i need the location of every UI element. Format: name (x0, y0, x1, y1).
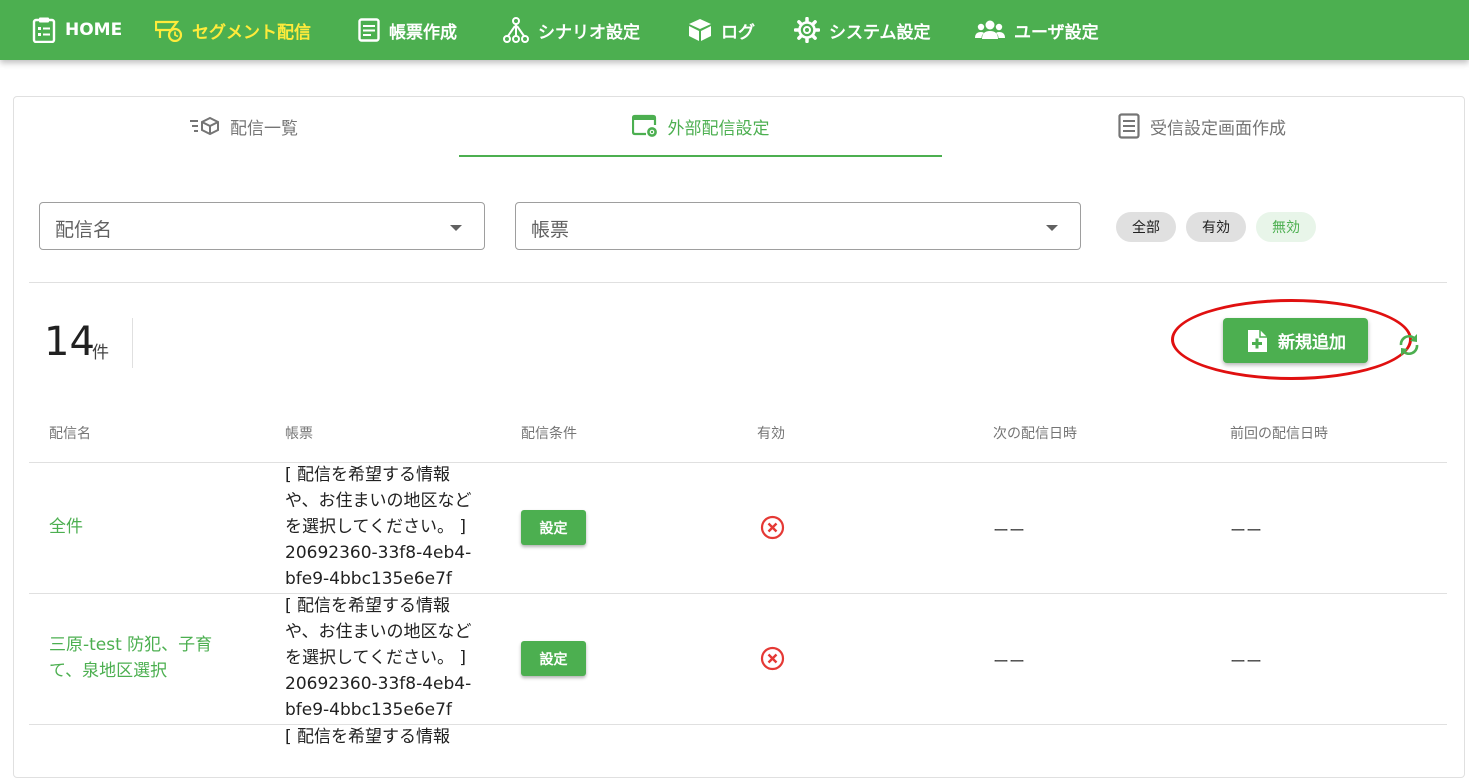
gear-icon (794, 17, 820, 43)
file-plus-icon (1248, 329, 1267, 352)
form-cell: [ 配信を希望する情報 (285, 727, 451, 747)
users-icon (975, 20, 1005, 39)
row-divider (29, 724, 1447, 725)
section-divider (29, 282, 1447, 283)
column-header-enabled[interactable]: 有効 (757, 423, 785, 443)
add-new-button-label: 新規追加 (1278, 333, 1346, 353)
nav-scenario-settings-label: シナリオ設定 (538, 22, 640, 43)
count-separator (132, 318, 133, 368)
filter-chip-all[interactable]: 全部 (1116, 212, 1176, 242)
next-delivery-value: ーー (993, 521, 1026, 540)
filter-chip-disabled[interactable]: 無効 (1256, 212, 1316, 242)
clipboard-list-icon (32, 17, 56, 43)
column-header-delivery-name[interactable]: 配信名 (49, 423, 91, 443)
delivery-list-icon (190, 116, 219, 136)
form-icon (358, 18, 380, 42)
nav-home[interactable]: HOME (32, 0, 122, 60)
condition-settings-button[interactable]: 設定 (521, 641, 586, 676)
last-delivery-value: ーー (1230, 652, 1263, 671)
column-header-condition[interactable]: 配信条件 (521, 423, 577, 443)
form-cell: [ 配信を希望する情報 や、お住まいの地区など を選択してください。 ] 206… (285, 596, 472, 720)
chevron-down-icon (1046, 225, 1058, 231)
delivery-name-link[interactable]: 全件 (49, 514, 83, 540)
form-placeholder: 帳票 (531, 219, 570, 241)
active-tab-indicator (459, 155, 942, 157)
tab-delivery-list[interactable]: 配信一覧 (29, 96, 459, 156)
nav-form-creation-label: 帳票作成 (389, 22, 457, 43)
disabled-x-circle-icon (760, 646, 785, 671)
delivery-name-placeholder: 配信名 (55, 219, 113, 241)
external-settings-icon (631, 114, 657, 137)
table-header-divider (29, 462, 1447, 463)
delivery-name-link[interactable]: 三原-test 防犯、子育 て、泉地区選択 (49, 632, 212, 684)
nav-user-settings[interactable]: ユーザ設定 (975, 0, 1099, 60)
nav-form-creation[interactable]: 帳票作成 (358, 0, 457, 60)
document-icon (1118, 113, 1140, 139)
chevron-down-icon (450, 225, 462, 231)
last-delivery-value: ーー (1230, 521, 1263, 540)
tab-external-delivery-settings-label: 外部配信設定 (667, 118, 770, 139)
nav-system-settings-label: システム設定 (829, 22, 931, 43)
condition-settings-button[interactable]: 設定 (521, 510, 586, 545)
nav-user-settings-label: ユーザ設定 (1014, 22, 1099, 43)
column-header-next-delivery[interactable]: 次の配信日時 (993, 423, 1077, 443)
nav-log[interactable]: ログ (688, 0, 755, 60)
column-header-last-delivery[interactable]: 前回の配信日時 (1230, 423, 1328, 443)
next-delivery-value: ーー (993, 652, 1026, 671)
refresh-icon[interactable] (1395, 332, 1423, 358)
delivery-name-select[interactable]: 配信名 (39, 202, 485, 250)
scenario-tree-icon (503, 17, 529, 43)
result-count-unit: 件 (92, 343, 109, 363)
row-divider (29, 593, 1447, 594)
tab-receive-settings-screen[interactable]: 受信設定画面作成 (942, 96, 1462, 156)
nav-home-label: HOME (65, 20, 123, 40)
disabled-x-circle-icon (760, 515, 785, 540)
nav-scenario-settings[interactable]: シナリオ設定 (503, 0, 640, 60)
filter-chip-enabled[interactable]: 有効 (1186, 212, 1246, 242)
form-select[interactable]: 帳票 (515, 202, 1081, 250)
nav-system-settings[interactable]: システム設定 (794, 0, 931, 60)
tab-delivery-list-label: 配信一覧 (230, 118, 298, 139)
add-new-button[interactable]: 新規追加 (1223, 318, 1368, 363)
column-header-form[interactable]: 帳票 (285, 423, 313, 443)
nav-log-label: ログ (721, 22, 755, 43)
result-count: 14 (44, 319, 95, 365)
tab-receive-settings-screen-label: 受信設定画面作成 (1150, 118, 1286, 139)
nav-segment-delivery[interactable]: セグメント配信 (155, 0, 311, 60)
segment-delivery-icon (155, 20, 183, 42)
nav-segment-delivery-label: セグメント配信 (192, 22, 311, 43)
box-icon (689, 19, 711, 41)
form-cell: [ 配信を希望する情報 や、お住まいの地区など を選択してください。 ] 206… (285, 465, 472, 589)
tab-external-delivery-settings[interactable]: 外部配信設定 (459, 96, 942, 156)
top-navigation-bar: HOME セグメント配信 帳票作成 シナリオ設定 ログ システム設定 ユーザ設定 (0, 0, 1469, 60)
